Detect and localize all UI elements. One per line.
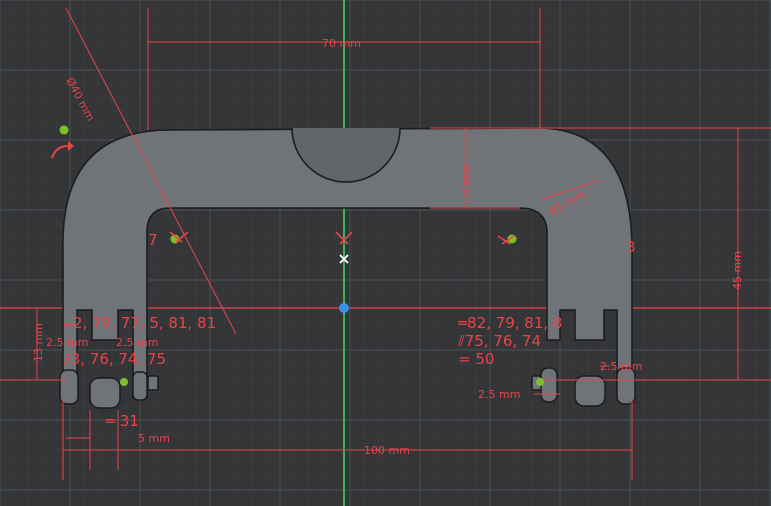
right-parallel-constraint-2[interactable]: ⫽75, 76, 74	[457, 332, 541, 350]
sketch-viewport[interactable]: 70 mm Ø40 mm 4 mm R5 mm 45 mm 13 mm 2.5 …	[0, 0, 771, 506]
sketch-canvas[interactable]: 70 mm Ø40 mm 4 mm R5 mm 45 mm 13 mm 2.5 …	[0, 0, 771, 506]
left-hinge-pins[interactable]	[59, 369, 159, 409]
dim-left-bottom-gap[interactable]: 5 mm	[138, 432, 170, 445]
dim-overall-width[interactable]: 100 mm	[364, 444, 410, 457]
left-parallel-constraint-2[interactable]: ⫽3, 76, 74, 75	[63, 350, 166, 368]
dim-height[interactable]: 45 mm	[731, 251, 744, 290]
dim-right-small[interactable]: 2.5 mm	[600, 360, 642, 373]
right-equal-constraint[interactable]: = 50	[458, 350, 494, 368]
dim-left-slot-b[interactable]: 2.5 mm	[116, 336, 158, 349]
dim-top-width[interactable]: 70 mm	[322, 37, 361, 50]
dim-inner-depth[interactable]: 4 mm	[460, 164, 473, 196]
dim-right-slot[interactable]: 2.5 mm	[478, 388, 520, 401]
rotate-arrow-icon[interactable]	[51, 145, 69, 159]
right-parallel-constraint-1[interactable]: ═82, 79, 81, 8	[457, 314, 562, 332]
right-hinge-pins[interactable]	[531, 367, 636, 407]
dim-diameter[interactable]: Ø40 mm	[63, 75, 97, 123]
right-corner-marker[interactable]: 3	[626, 238, 636, 256]
left-corner-marker[interactable]: 7	[148, 231, 158, 249]
left-parallel-constraint-1[interactable]: ═2, 79, 77, 5, 81, 81	[63, 314, 216, 332]
dim-left-slot-a[interactable]: 2.5 mm	[46, 336, 88, 349]
left-equal-constraint[interactable]: ═ 31	[105, 412, 139, 430]
origin-point[interactable]	[339, 303, 349, 313]
rotate-arrow-head-icon	[68, 141, 74, 151]
dim-left-height[interactable]: 13 mm	[32, 323, 45, 362]
